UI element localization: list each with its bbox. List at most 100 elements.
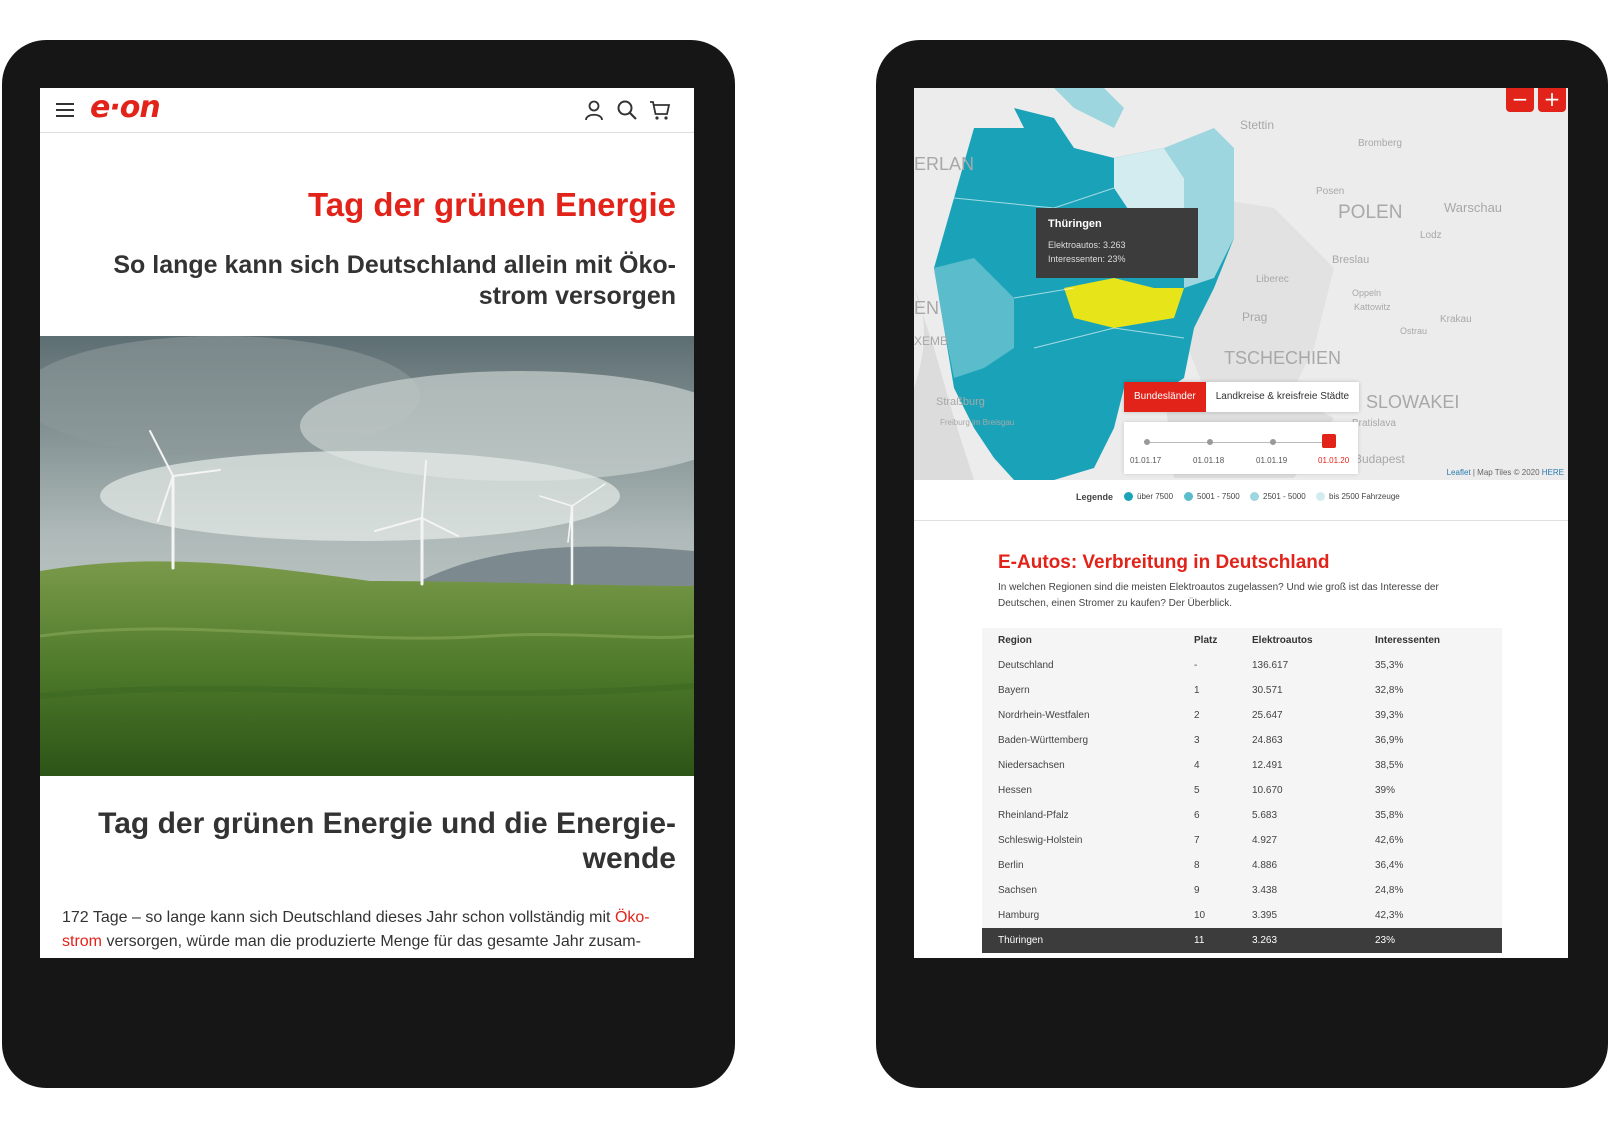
map-label-kattowitz: Kattowitz — [1354, 302, 1391, 312]
map-label-lodz: Lodz — [1420, 230, 1442, 241]
map-label-erlan: ERLAN — [914, 154, 975, 174]
table-cell: 4 — [1194, 760, 1200, 771]
table-cell: 12.491 — [1252, 760, 1283, 771]
table-cell: 4.886 — [1252, 860, 1278, 871]
table-cell: 32,8% — [1375, 685, 1404, 696]
table-cell: 39,3% — [1375, 710, 1404, 721]
search-icon[interactable] — [615, 98, 639, 122]
table-cell: 24,8% — [1375, 885, 1404, 896]
table-cell: 10.670 — [1252, 785, 1283, 796]
table-cell: Baden-Württemberg — [998, 735, 1089, 746]
tooltip-interest: Interessenten: 23% — [1048, 254, 1126, 264]
table-cell: 39% — [1375, 785, 1396, 796]
table-cell: 36,4% — [1375, 860, 1404, 871]
map-label-posen: Posen — [1316, 186, 1345, 197]
legend-item: 5001 - 7500 — [1184, 492, 1240, 502]
table-cell: 136.617 — [1252, 660, 1289, 671]
table-row[interactable]: Sachsen 9 3.438 24,8% — [982, 878, 1502, 903]
map-label-breslau: Breslau — [1332, 254, 1370, 266]
column-header-region[interactable]: Region — [998, 635, 1032, 646]
legend-title: Legende — [1076, 492, 1114, 502]
tab-landkreise[interactable]: Landkreise & kreisfreie Städte — [1206, 382, 1359, 412]
legend-item: über 7500 — [1124, 492, 1173, 502]
left-tablet-screen: e·on Tag der grünen Energie So lange kan… — [40, 88, 694, 958]
table-cell: 36,9% — [1375, 735, 1404, 746]
table-row[interactable]: Rheinland-Pfalz 6 5.683 35,8% — [982, 803, 1502, 828]
tab-bundeslaender[interactable]: Bundesländer — [1124, 382, 1206, 412]
table-cell: Deutschland — [998, 660, 1054, 671]
user-account-icon[interactable] — [582, 98, 606, 122]
table-cell: 24.863 — [1252, 735, 1283, 746]
table-cell: 35,8% — [1375, 810, 1404, 821]
table-cell: Hamburg — [998, 910, 1040, 921]
table-row[interactable]: Thüringen 11 3.263 23% — [982, 928, 1502, 953]
germany-choropleth-map[interactable]: Stettin POLEN Warschau Breslau Prag TSCH… — [914, 88, 1568, 480]
table-row[interactable]: Hamburg 10 3.395 42,3% — [982, 903, 1502, 928]
table-cell: 3.395 — [1252, 910, 1278, 921]
leaflet-link[interactable]: Leaflet — [1447, 468, 1471, 477]
timeline-stop[interactable] — [1144, 439, 1150, 445]
tooltip-ev-count: Elektroautos: 3.263 — [1048, 240, 1126, 250]
table-row[interactable]: Deutschland - 136.617 35,3% — [982, 653, 1502, 678]
column-header-platz[interactable]: Platz — [1194, 635, 1217, 646]
shopping-cart-icon[interactable] — [648, 98, 672, 122]
zoom-out-button[interactable]: − — [1506, 88, 1534, 112]
table-row[interactable]: Hessen 5 10.670 39% — [982, 778, 1502, 803]
table-row[interactable]: Nordrhein-Westfalen 2 25.647 39,3% — [982, 703, 1502, 728]
region-level-tabs: Bundesländer Landkreise & kreisfreie Stä… — [1124, 382, 1360, 412]
table-row[interactable]: Baden-Württemberg 3 24.863 36,9% — [982, 728, 1502, 753]
date-timeline-slider[interactable]: 01.01.17 01.01.18 01.01.19 01.01.20 — [1124, 422, 1358, 474]
table-cell: 38,5% — [1375, 760, 1404, 771]
article-paragraph: 172 Tage – so lange kann sich Deutschlan… — [62, 906, 662, 954]
attribution-text: | Map Tiles © 2020 — [1470, 468, 1542, 477]
top-navigation-bar: e·on — [40, 88, 694, 133]
table-header-row: Region Platz Elektroautos Interessenten — [982, 628, 1502, 653]
here-link[interactable]: HERE — [1542, 468, 1564, 477]
table-row[interactable]: Schleswig-Holstein 7 4.927 42,6% — [982, 828, 1502, 853]
map-label-polen: POLEN — [1338, 202, 1403, 223]
table-cell: 9 — [1194, 885, 1200, 896]
legend-item: 2501 - 5000 — [1250, 492, 1306, 502]
map-label-bratislava: Bratislava — [1352, 418, 1396, 429]
table-cell: - — [1194, 660, 1198, 671]
map-label-stettin: Stettin — [1240, 118, 1275, 132]
map-label-en: EN — [914, 298, 940, 318]
map-attribution: Leaflet | Map Tiles © 2020 HERE — [1447, 468, 1564, 477]
paragraph-text-continued: versorgen, würde man die produzierte Men… — [102, 933, 641, 950]
table-cell: 2 — [1194, 710, 1200, 721]
table-cell: 5.683 — [1252, 810, 1278, 821]
table-cell: Thüringen — [998, 935, 1044, 946]
table-row[interactable]: Berlin 8 4.886 36,4% — [982, 853, 1502, 878]
table-row[interactable]: Bayern 1 30.571 32,8% — [982, 678, 1502, 703]
map-label-bromberg: Bromberg — [1358, 138, 1402, 149]
map-label-krakau: Krakau — [1440, 314, 1472, 325]
table-cell: Berlin — [998, 860, 1024, 871]
zoom-in-button[interactable]: + — [1538, 88, 1566, 112]
timeline-track — [1144, 442, 1334, 443]
map-label-ostrau: Ostrau — [1400, 326, 1428, 336]
timeline-label: 01.01.19 — [1256, 456, 1288, 465]
table-cell: 25.647 — [1252, 710, 1283, 721]
map-label-slowakei: SLOWAKEI — [1366, 392, 1460, 412]
map-label-strassburg: Straßburg — [936, 396, 985, 408]
table-cell: 23% — [1375, 935, 1396, 946]
table-cell: 3.438 — [1252, 885, 1278, 896]
page-title: Tag der grünen Energie — [308, 186, 676, 223]
table-cell: 8 — [1194, 860, 1200, 871]
map-label-oppeln: Oppeln — [1352, 288, 1382, 298]
timeline-handle[interactable] — [1322, 434, 1336, 448]
table-cell: 42,3% — [1375, 910, 1404, 921]
wind-turbine-hero-image — [40, 336, 694, 776]
table-row[interactable]: Niedersachsen 4 12.491 38,5% — [982, 753, 1502, 778]
column-header-elektroautos[interactable]: Elektroautos — [1252, 635, 1313, 646]
timeline-stop[interactable] — [1270, 439, 1276, 445]
column-header-interessenten[interactable]: Interessenten — [1375, 635, 1440, 646]
timeline-stop[interactable] — [1207, 439, 1213, 445]
divider — [914, 520, 1568, 521]
hamburger-menu-icon[interactable] — [56, 103, 74, 117]
table-cell: Rheinland-Pfalz — [998, 810, 1069, 821]
legend-item: bis 2500 Fahrzeuge — [1316, 492, 1400, 502]
map-label-tschechien: TSCHECHIEN — [1224, 348, 1342, 368]
table-cell: 3.263 — [1252, 935, 1278, 946]
eon-logo[interactable]: e·on — [90, 90, 161, 125]
